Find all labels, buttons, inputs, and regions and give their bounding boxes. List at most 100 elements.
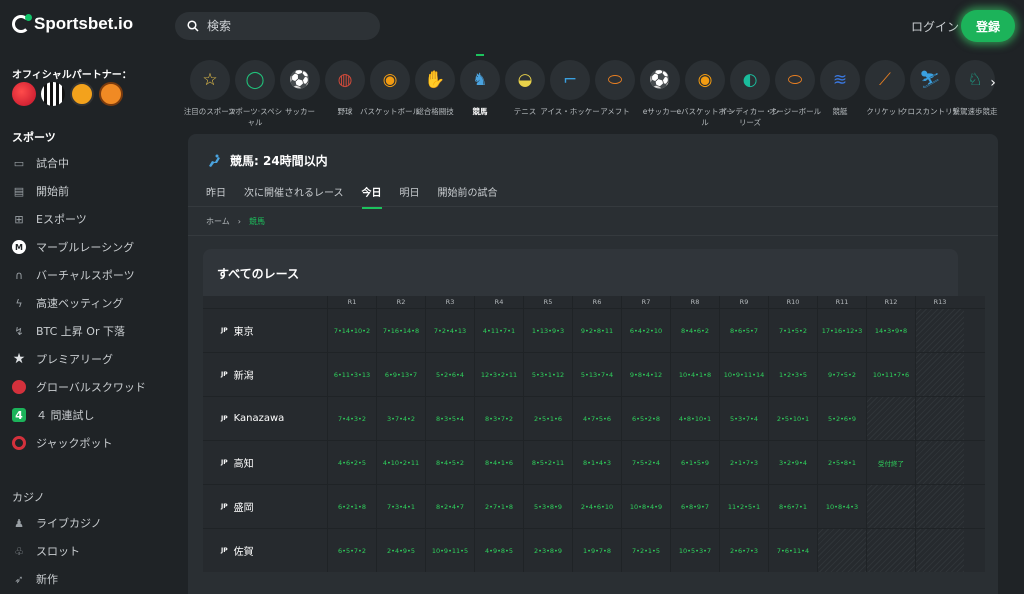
race-result-cell[interactable]: 8•3•7•2 [474, 397, 523, 440]
race-result-cell[interactable]: 10•11•7•6 [866, 353, 915, 396]
race-result-cell[interactable]: 5•2•6•4 [425, 353, 474, 396]
race-result-cell[interactable]: 11•2•5•1 [719, 485, 768, 528]
breadcrumb-home[interactable]: ホーム [206, 216, 230, 227]
sidebar-item-jackpot[interactable]: ジャックポット [12, 433, 112, 453]
race-result-cell[interactable]: 6•4•2•10 [621, 309, 670, 352]
race-result-cell[interactable]: 10•9•11•5 [425, 529, 474, 572]
search-input[interactable] [207, 19, 367, 33]
race-result-cell[interactable]: 12•3•2•11 [474, 353, 523, 396]
race-result-cell[interactable]: 1•9•7•8 [572, 529, 621, 572]
race-result-cell[interactable]: 2•4•6•10 [572, 485, 621, 528]
race-result-cell[interactable]: 7•1•5•2 [768, 309, 817, 352]
race-result-cell[interactable]: 7•3•4•1 [376, 485, 425, 528]
category-helmet[interactable]: ◐ インディカー・シリーズ [720, 60, 780, 128]
race-result-cell[interactable]: 7•16•14•8 [376, 309, 425, 352]
race-result-cell[interactable]: 7•4•3•2 [327, 397, 376, 440]
race-result-cell[interactable]: 4•8•10•1 [670, 397, 719, 440]
race-result-cell[interactable]: 8•4•5•2 [425, 441, 474, 484]
race-result-cell[interactable]: 2•7•1•8 [474, 485, 523, 528]
race-result-cell[interactable]: 7•5•2•4 [621, 441, 670, 484]
race-result-cell[interactable]: 8•3•5•4 [425, 397, 474, 440]
race-result-cell[interactable]: 6•8•9•7 [670, 485, 719, 528]
sidebar-item-slots[interactable]: ♧ スロット [12, 541, 80, 561]
sidebar-item-btc[interactable]: ↯ BTC 上昇 Or 下落 [12, 321, 125, 341]
race-result-cell[interactable]: 10•8•4•9 [621, 485, 670, 528]
race-result-cell[interactable]: 2•5•10•1 [768, 397, 817, 440]
race-result-cell[interactable]: 1•2•3•5 [768, 353, 817, 396]
race-result-cell[interactable]: 8•6•7•1 [768, 485, 817, 528]
race-result-cell[interactable]: 3•2•9•4 [768, 441, 817, 484]
register-button[interactable]: 登録 [961, 10, 1015, 42]
category-special[interactable]: ◯ スポーツ·スペシャル [228, 60, 282, 128]
race-result-cell[interactable]: 4•10•2•11 [376, 441, 425, 484]
race-result-cell[interactable]: 9•2•8•11 [572, 309, 621, 352]
race-result-cell[interactable]: 2•1•7•3 [719, 441, 768, 484]
race-result-cell[interactable]: 4•9•8•5 [474, 529, 523, 572]
race-result-cell[interactable]: 8•4•6•2 [670, 309, 719, 352]
venue-cell[interactable]: JP 佐賀 [203, 529, 327, 572]
sportsbet-logo[interactable]: Sportsbet.io [12, 14, 133, 34]
race-result-cell[interactable]: 7•2•1•5 [621, 529, 670, 572]
race-result-cell[interactable]: 10•8•4•3 [817, 485, 866, 528]
race-result-cell[interactable]: 1•13•9•3 [523, 309, 572, 352]
venue-cell[interactable]: JP 高知 [203, 441, 327, 484]
venue-cell[interactable]: JP 東京 [203, 309, 327, 352]
sidebar-item-live-casino[interactable]: ♟ ライブカジノ [12, 513, 102, 533]
sidebar-item-premier-league[interactable]: ★ プレミアリーグ [12, 349, 113, 369]
race-result-cell[interactable]: 6•5•7•2 [327, 529, 376, 572]
race-result-cell[interactable]: 9•8•4•12 [621, 353, 670, 396]
wolves-logo[interactable] [70, 82, 94, 106]
race-result-cell[interactable]: 受付終了 [866, 441, 915, 484]
race-result-cell[interactable]: 6•9•13•7 [376, 353, 425, 396]
venue-cell[interactable]: JP 盛岡 [203, 485, 327, 528]
race-result-cell[interactable]: 3•7•4•2 [376, 397, 425, 440]
race-result-cell[interactable]: 2•3•8•9 [523, 529, 572, 572]
venue-cell[interactable]: JP Kanazawa [203, 397, 327, 440]
race-result-cell[interactable]: 4•7•5•6 [572, 397, 621, 440]
sidebar-item-new[interactable]: ➶ 新作 [12, 569, 58, 589]
race-result-cell[interactable]: 7•14•10•2 [327, 309, 376, 352]
race-result-cell[interactable]: 2•4•9•5 [376, 529, 425, 572]
basketball-logo[interactable] [99, 82, 123, 106]
chevron-right-icon[interactable]: › [986, 70, 1000, 96]
race-result-cell[interactable]: 8•4•1•6 [474, 441, 523, 484]
race-result-cell[interactable]: 10•5•3•7 [670, 529, 719, 572]
race-result-cell[interactable]: 2•5•8•1 [817, 441, 866, 484]
race-result-cell[interactable]: 4•11•7•1 [474, 309, 523, 352]
race-result-cell[interactable]: 8•1•4•3 [572, 441, 621, 484]
race-result-cell[interactable]: 5•13•7•4 [572, 353, 621, 396]
race-result-cell[interactable]: 6•11•3•13 [327, 353, 376, 396]
sidebar-item-virtual[interactable]: ∩ バーチャルスポーツ [12, 265, 135, 285]
race-result-cell[interactable]: 5•3•8•9 [523, 485, 572, 528]
sidebar-item-global-squad[interactable]: グローバルスクワッド [12, 377, 146, 397]
race-result-cell[interactable]: 4•6•2•5 [327, 441, 376, 484]
race-result-cell[interactable]: 7•2•4•13 [425, 309, 474, 352]
race-result-cell[interactable]: 8•5•2•11 [523, 441, 572, 484]
race-result-cell[interactable]: 2•5•1•6 [523, 397, 572, 440]
sidebar-item-esports[interactable]: ⊞ Eスポーツ [12, 209, 86, 229]
sidebar-item-live[interactable]: ▭ 試合中 [12, 153, 69, 173]
race-result-cell[interactable]: 7•6•11•4 [768, 529, 817, 572]
race-result-cell[interactable]: 2•6•7•3 [719, 529, 768, 572]
race-result-cell[interactable]: 5•2•6•9 [817, 397, 866, 440]
race-result-cell[interactable]: 5•3•1•12 [523, 353, 572, 396]
race-result-cell[interactable]: 6•1•5•9 [670, 441, 719, 484]
venue-cell[interactable]: JP 新潟 [203, 353, 327, 396]
laliga-logo[interactable] [12, 82, 36, 106]
sidebar-item-marble-racing[interactable]: M マーブルレーシング [12, 237, 134, 257]
race-result-cell[interactable]: 9•7•5•2 [817, 353, 866, 396]
race-result-cell[interactable]: 8•2•4•7 [425, 485, 474, 528]
race-result-cell[interactable]: 10•9•11•14 [719, 353, 768, 396]
race-result-cell[interactable]: 5•3•7•4 [719, 397, 768, 440]
login-link[interactable]: ログイン [911, 18, 959, 35]
sidebar-item-four[interactable]: 4 ４ 問連試し [12, 405, 95, 425]
race-result-cell[interactable]: 8•6•5•7 [719, 309, 768, 352]
sidebar-item-upcoming[interactable]: ▤ 開始前 [12, 181, 69, 201]
race-result-cell[interactable]: 6•5•2•8 [621, 397, 670, 440]
search-box[interactable] [175, 12, 380, 40]
sidebar-item-fast-betting[interactable]: ϟ 高速ベッティング [12, 293, 123, 313]
race-result-cell[interactable]: 17•16•12•3 [817, 309, 866, 352]
race-result-cell[interactable]: 14•3•9•8 [866, 309, 915, 352]
newcastle-logo[interactable] [41, 82, 65, 106]
race-result-cell[interactable]: 10•4•1•8 [670, 353, 719, 396]
